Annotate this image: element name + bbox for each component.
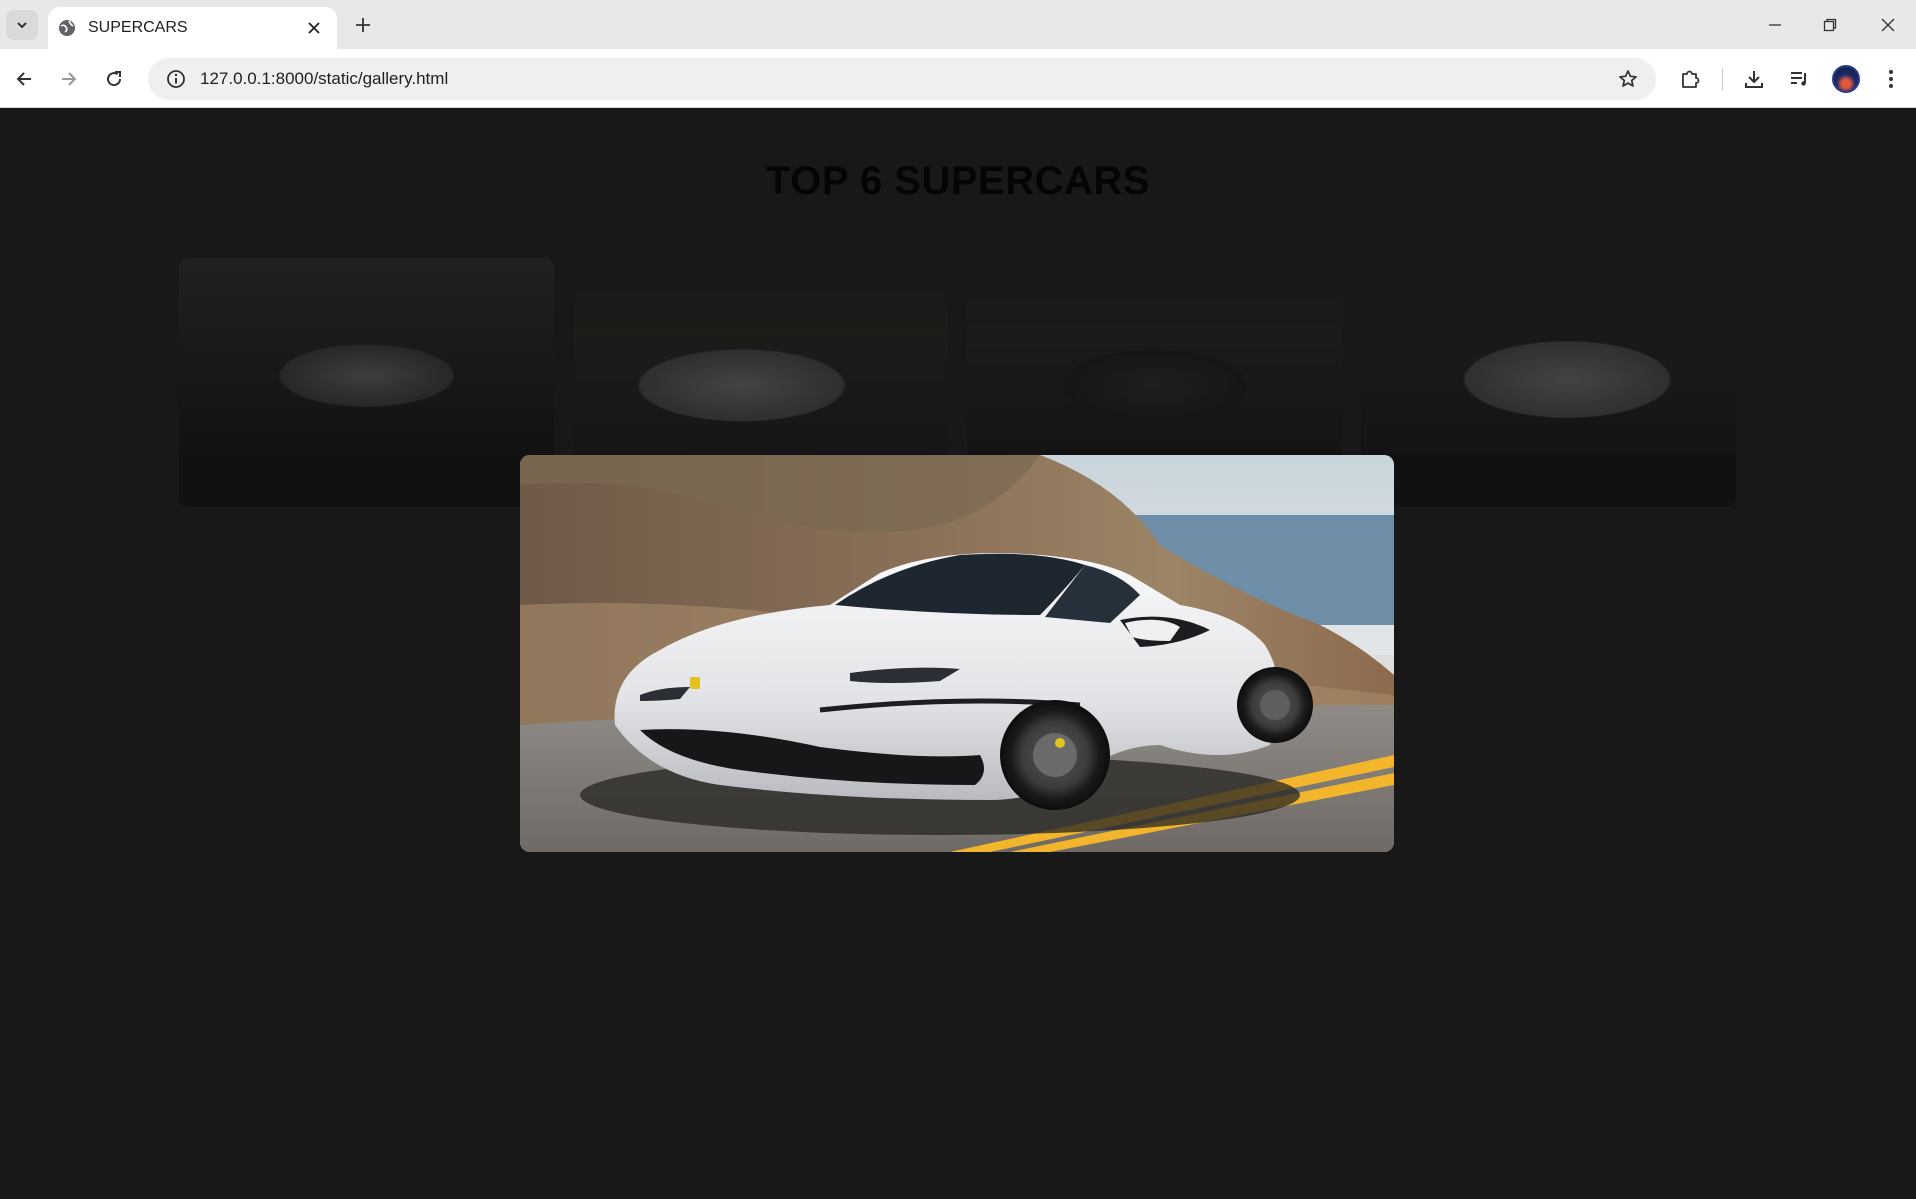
overlay-dim: [1361, 258, 1736, 507]
downloads-button[interactable]: [1736, 61, 1772, 97]
puzzle-icon: [1682, 70, 1700, 88]
star-icon: [1619, 70, 1637, 87]
enlarged-image-modal[interactable]: [520, 455, 1394, 852]
url-text[interactable]: 127.0.0.1:8000/static/gallery.html: [200, 69, 1608, 89]
gallery-card-4[interactable]: [1361, 258, 1736, 507]
address-bar[interactable]: 127.0.0.1:8000/static/gallery.html: [148, 58, 1656, 100]
forward-button[interactable]: [52, 62, 86, 96]
site-info-button[interactable]: [156, 58, 196, 100]
globe-icon: [59, 20, 75, 36]
reload-button[interactable]: [97, 62, 131, 96]
close-icon: [1881, 18, 1895, 32]
download-icon: [1745, 71, 1763, 88]
restore-icon: [1823, 18, 1837, 32]
new-tab-button[interactable]: [350, 12, 376, 38]
restore-button[interactable]: [1808, 10, 1852, 40]
close-tab-button[interactable]: [303, 17, 325, 39]
back-button[interactable]: [7, 62, 41, 96]
gallery-card-1[interactable]: [179, 258, 554, 507]
extensions-button[interactable]: [1672, 61, 1708, 97]
info-icon: [167, 70, 185, 88]
overlay-dim: [179, 258, 554, 507]
more-vertical-icon: [1889, 70, 1893, 88]
playlist-icon: [1791, 72, 1806, 86]
close-window-button[interactable]: [1866, 10, 1910, 40]
page-title: TOP 6 SUPERCARS: [766, 159, 1150, 203]
minimize-icon: [1769, 24, 1781, 26]
tab-search-button[interactable]: [6, 10, 38, 40]
browser-menu-button[interactable]: [1873, 61, 1909, 97]
toolbar-divider: [1722, 68, 1723, 90]
car-photo: [520, 455, 1394, 852]
minimize-button[interactable]: [1753, 10, 1797, 40]
bookmark-button[interactable]: [1608, 59, 1648, 99]
chevron-down-icon: [17, 22, 27, 29]
arrow-right-icon: [62, 72, 77, 86]
browser-toolbar: 127.0.0.1:8000/static/gallery.html: [0, 49, 1916, 108]
tab-strip: SUPERCARS: [0, 0, 1916, 49]
media-controls-button[interactable]: [1781, 61, 1817, 97]
tab-title: SUPERCARS: [88, 19, 188, 36]
reload-icon: [107, 71, 122, 87]
profile-avatar[interactable]: [1832, 65, 1860, 93]
gallery-page: TOP 6 SUPERCARS: [0, 109, 1916, 1199]
active-tab[interactable]: SUPERCARS: [48, 7, 337, 49]
arrow-left-icon: [16, 72, 31, 86]
close-icon: [308, 22, 320, 34]
plus-icon: [356, 18, 370, 32]
